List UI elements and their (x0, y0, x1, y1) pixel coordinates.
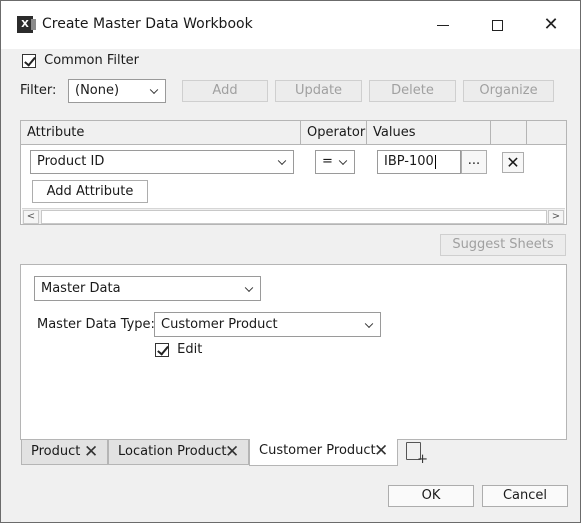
maximize-icon (491, 20, 503, 31)
filter-add-button[interactable]: Add (182, 80, 268, 102)
header-operator: Operator (301, 121, 367, 145)
excel-app-icon: X (17, 16, 36, 33)
master-data-type-select[interactable]: Customer Product (154, 312, 381, 337)
close-tab-icon[interactable]: ✕ (225, 443, 239, 461)
close-icon: ✕ (543, 14, 559, 35)
close-tab-icon[interactable]: ✕ (84, 443, 98, 461)
filter-delete-button[interactable]: Delete (369, 80, 456, 102)
tab-location-product[interactable]: Location Product ✕ (108, 439, 249, 465)
chevron-down-icon (364, 319, 374, 328)
scroll-thumb[interactable] (41, 210, 547, 224)
text-caret (434, 154, 436, 169)
attribute-grid-header: Attribute Operator Values (21, 121, 566, 145)
common-filter-label: Common Filter (44, 53, 140, 68)
scroll-right-arrow[interactable]: > (548, 210, 564, 224)
edit-label: Edit (177, 342, 203, 357)
header-blank-1 (491, 121, 527, 145)
edit-checkbox[interactable] (155, 342, 169, 357)
minimize-icon (437, 25, 449, 26)
minimize-button[interactable] (423, 11, 463, 39)
header-values: Values (367, 121, 491, 145)
data-type-select[interactable]: Master Data (34, 276, 261, 301)
tab-customer-product[interactable]: Customer Product ✕ (249, 439, 398, 466)
master-data-type-value: Customer Product (161, 317, 278, 332)
value-picker-button[interactable]: ... (461, 150, 487, 174)
common-filter-checkbox[interactable] (22, 53, 36, 68)
dialog-window: X Create Master Data Workbook ✕ Common F… (0, 0, 581, 523)
attribute-grid: Attribute Operator Values Product ID = I… (20, 120, 567, 225)
filter-update-button[interactable]: Update (275, 80, 362, 102)
suggest-sheets-button[interactable]: Suggest Sheets (440, 234, 566, 256)
filter-select[interactable]: (None) (68, 79, 166, 103)
header-blank-2 (527, 121, 566, 145)
attribute-select[interactable]: Product ID (30, 150, 294, 174)
filter-organize-button[interactable]: Organize (463, 80, 554, 102)
close-window-button[interactable]: ✕ (531, 11, 571, 39)
sheet-config-panel: Master Data Master Data Type: Customer P… (20, 264, 567, 440)
close-tab-icon[interactable]: ✕ (374, 442, 388, 460)
add-attribute-button[interactable]: Add Attribute (32, 180, 148, 203)
chevron-down-icon (244, 283, 254, 292)
ok-button[interactable]: OK (388, 485, 474, 507)
data-type-select-value: Master Data (41, 281, 121, 296)
chevron-down-icon (149, 85, 159, 95)
chevron-down-icon (277, 156, 287, 166)
title-bar: X Create Master Data Workbook ✕ (1, 1, 580, 49)
attribute-select-value: Product ID (37, 154, 105, 169)
close-icon: ✕ (506, 153, 520, 172)
value-input[interactable]: IBP-100 (377, 150, 461, 174)
scroll-left-arrow[interactable]: < (23, 210, 39, 224)
filter-label: Filter: (20, 83, 57, 98)
add-tab-icon[interactable] (406, 442, 428, 467)
window-title: Create Master Data Workbook (42, 16, 253, 32)
remove-attribute-button[interactable]: ✕ (502, 152, 524, 173)
filter-select-value: (None) (75, 83, 120, 98)
operator-select[interactable]: = (315, 150, 355, 174)
edit-checkbox-row[interactable]: Edit (155, 342, 202, 357)
common-filter-checkbox-row[interactable]: Common Filter (22, 53, 139, 68)
tab-product-label: Product (31, 444, 81, 459)
master-data-type-label: Master Data Type: (37, 317, 155, 332)
horizontal-scrollbar[interactable]: < > (22, 208, 565, 224)
header-attribute: Attribute (21, 121, 301, 145)
cancel-button[interactable]: Cancel (482, 485, 568, 507)
tab-customer-product-label: Customer Product (259, 443, 376, 458)
operator-select-value: = (322, 154, 333, 169)
value-input-text: IBP-100 (384, 154, 434, 169)
tab-location-product-label: Location Product (118, 444, 227, 459)
maximize-button[interactable] (477, 11, 517, 39)
tab-product[interactable]: Product ✕ (21, 439, 108, 465)
chevron-down-icon (338, 156, 348, 166)
